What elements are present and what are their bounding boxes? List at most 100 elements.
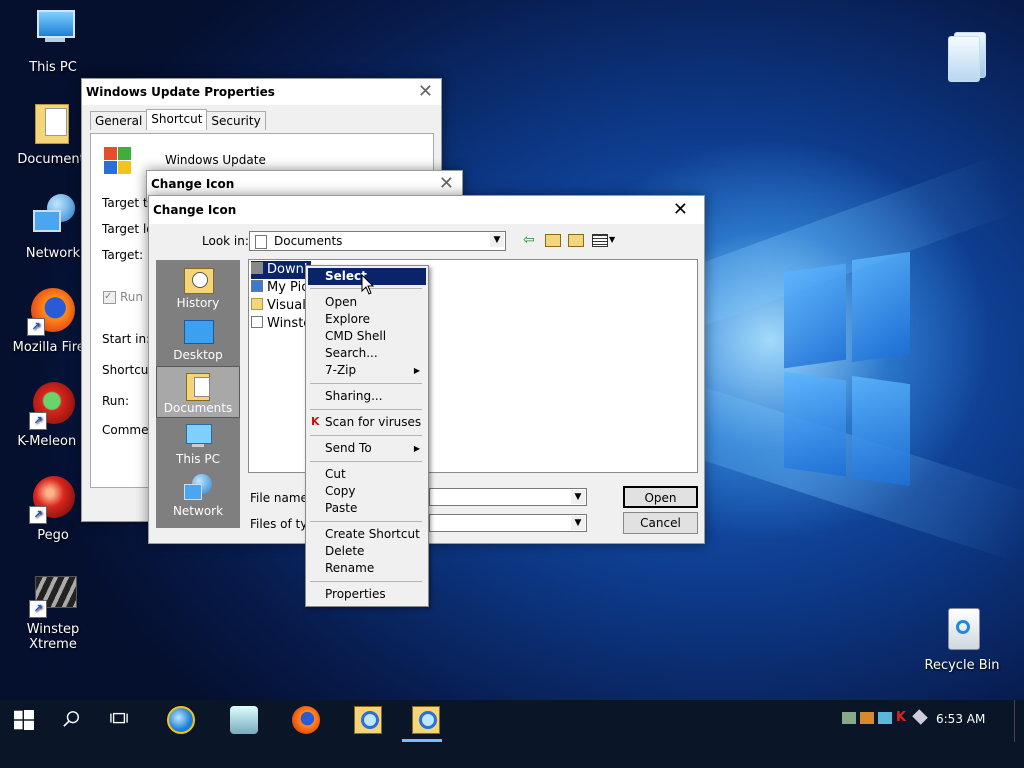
places-label: Desktop <box>173 348 223 362</box>
tray-icon-1[interactable] <box>842 712 856 724</box>
menu-item-label: Scan for viruses <box>325 415 422 429</box>
windows-update-icon <box>102 147 134 177</box>
task-view-button[interactable] <box>96 700 144 742</box>
menu-item-delete[interactable]: Delete <box>308 543 426 560</box>
dialog-titlebar[interactable]: Change Icon ✕ <box>147 171 462 197</box>
list-item[interactable]: Visual <box>251 297 306 315</box>
computer-icon <box>29 8 77 56</box>
windows-logo-pane <box>852 375 910 487</box>
tab-strip: General Shortcut Security <box>90 109 266 133</box>
tray-icon-2[interactable] <box>860 712 874 724</box>
taskbar-app-firefox[interactable] <box>280 700 328 742</box>
menu-item-rename[interactable]: Rename <box>308 560 426 577</box>
tray-icon-3[interactable] <box>878 712 892 724</box>
desktop-icon-winstep-xtreme[interactable]: ↗ Winstep Xtreme <box>5 570 101 652</box>
taskbar-app-explorer-search[interactable] <box>342 700 390 742</box>
properties-dialog-titlebar[interactable]: Windows Update Properties ✕ <box>82 79 441 105</box>
taskbar-app-explorer-search-active[interactable] <box>400 700 448 742</box>
cancel-button[interactable]: Cancel <box>623 512 698 534</box>
desktop-icon <box>182 318 214 346</box>
windows-logo-pane <box>852 251 910 363</box>
mouse-cursor-icon <box>361 274 375 295</box>
close-icon[interactable]: ✕ <box>418 79 433 105</box>
list-item[interactable]: Winste <box>251 315 311 333</box>
run-label: Run: <box>102 394 130 408</box>
desktop-icon-this-pc[interactable]: This PC <box>5 8 101 75</box>
open-button[interactable]: Open <box>623 486 698 508</box>
menu-separator <box>310 521 422 522</box>
menu-item-cmd-shell[interactable]: CMD Shell <box>308 328 426 345</box>
recycle-bin-icon <box>938 606 986 654</box>
list-item[interactable]: My Pic <box>251 279 308 297</box>
menu-item-search[interactable]: Search... <box>308 345 426 362</box>
dialog-titlebar[interactable]: Change Icon ✕ <box>149 196 704 224</box>
antivirus-icon: K <box>311 415 320 428</box>
up-folder-icon[interactable] <box>545 234 561 247</box>
places-this-pc[interactable]: This PC <box>156 418 240 470</box>
search-icon <box>63 711 80 727</box>
taskbar-app-sync[interactable] <box>218 700 266 742</box>
start-button[interactable] <box>0 700 48 742</box>
tab-shortcut[interactable]: Shortcut <box>146 109 208 130</box>
dock-files-icon[interactable] <box>944 30 996 82</box>
menu-item-copy[interactable]: Copy <box>308 483 426 500</box>
menu-separator <box>310 461 422 462</box>
menu-item-paste[interactable]: Paste <box>308 500 426 517</box>
file-name-label: File name: <box>250 491 312 505</box>
antivirus-tray-icon[interactable]: K <box>896 710 906 725</box>
firefox-icon: ↗ <box>27 288 75 336</box>
new-folder-icon[interactable] <box>568 234 584 247</box>
tab-security[interactable]: Security <box>206 111 266 130</box>
menu-item-scan-viruses[interactable]: K Scan for viruses <box>308 414 426 431</box>
network-tray-icon[interactable] <box>912 709 928 725</box>
file-name-input[interactable]: ▼ <box>429 488 587 506</box>
back-icon[interactable]: ⇦ <box>523 232 535 248</box>
desktop-icon-recycle-bin[interactable]: Recycle Bin <box>914 606 1010 673</box>
menu-separator <box>310 409 422 410</box>
menu-item-create-shortcut[interactable]: Create Shortcut <box>308 526 426 543</box>
look-in-combo[interactable]: Documents ▼ <box>249 231 506 251</box>
target-label: Target: <box>102 248 144 262</box>
documents-small-icon <box>255 235 267 249</box>
view-menu-icon[interactable] <box>592 234 608 247</box>
menu-separator <box>310 581 422 582</box>
close-icon[interactable]: ✕ <box>439 171 454 197</box>
run-checkbox[interactable]: ✓ <box>103 291 116 304</box>
taskbar-app-ie[interactable] <box>155 700 203 742</box>
chevron-down-icon[interactable]: ▼ <box>571 516 585 530</box>
taskbar: K 6:53 AM <box>0 700 1024 768</box>
places-network[interactable]: Network <box>156 470 240 522</box>
view-menu-chevron-icon[interactable]: ▼ <box>609 235 615 244</box>
files-of-type-combo[interactable]: ▼ <box>429 514 587 532</box>
places-desktop[interactable]: Desktop <box>156 314 240 366</box>
places-history[interactable]: History <box>156 262 240 314</box>
desktop-icon-label: Recycle Bin <box>924 658 1000 673</box>
internet-explorer-icon <box>167 706 195 734</box>
menu-item-properties[interactable]: Properties <box>308 586 426 603</box>
tab-general[interactable]: General <box>90 111 148 130</box>
dialog-title: Change Icon <box>151 177 235 191</box>
dialog-title: Windows Update Properties <box>86 85 275 99</box>
menu-item-send-to[interactable]: Send To ▶ <box>308 440 426 457</box>
chevron-down-icon[interactable]: ▼ <box>571 490 585 504</box>
list-item[interactable]: Downl <box>251 261 312 279</box>
menu-item-cut[interactable]: Cut <box>308 466 426 483</box>
dialog-title: Change Icon <box>153 203 237 217</box>
menu-item-7zip[interactable]: 7-Zip ▶ <box>308 362 426 379</box>
menu-item-explore[interactable]: Explore <box>308 311 426 328</box>
shortcut-arrow-icon: ↗ <box>29 506 47 524</box>
menu-separator <box>310 383 422 384</box>
close-icon[interactable]: ✕ <box>673 196 688 224</box>
show-desktop-button[interactable] <box>1014 700 1024 742</box>
target-location-label: Target lo <box>102 222 154 236</box>
menu-item-label: Send To <box>325 441 372 455</box>
places-label: This PC <box>176 452 220 466</box>
places-documents[interactable]: Documents <box>156 366 240 418</box>
menu-item-sharing[interactable]: Sharing... <box>308 388 426 405</box>
submenu-arrow-icon: ▶ <box>413 444 420 453</box>
kmeleon-icon: ↗ <box>29 382 77 430</box>
chevron-down-icon[interactable]: ▼ <box>490 233 504 247</box>
menu-item-open[interactable]: Open <box>308 294 426 311</box>
clock[interactable]: 6:53 AM <box>936 712 985 726</box>
search-button[interactable] <box>48 700 96 742</box>
